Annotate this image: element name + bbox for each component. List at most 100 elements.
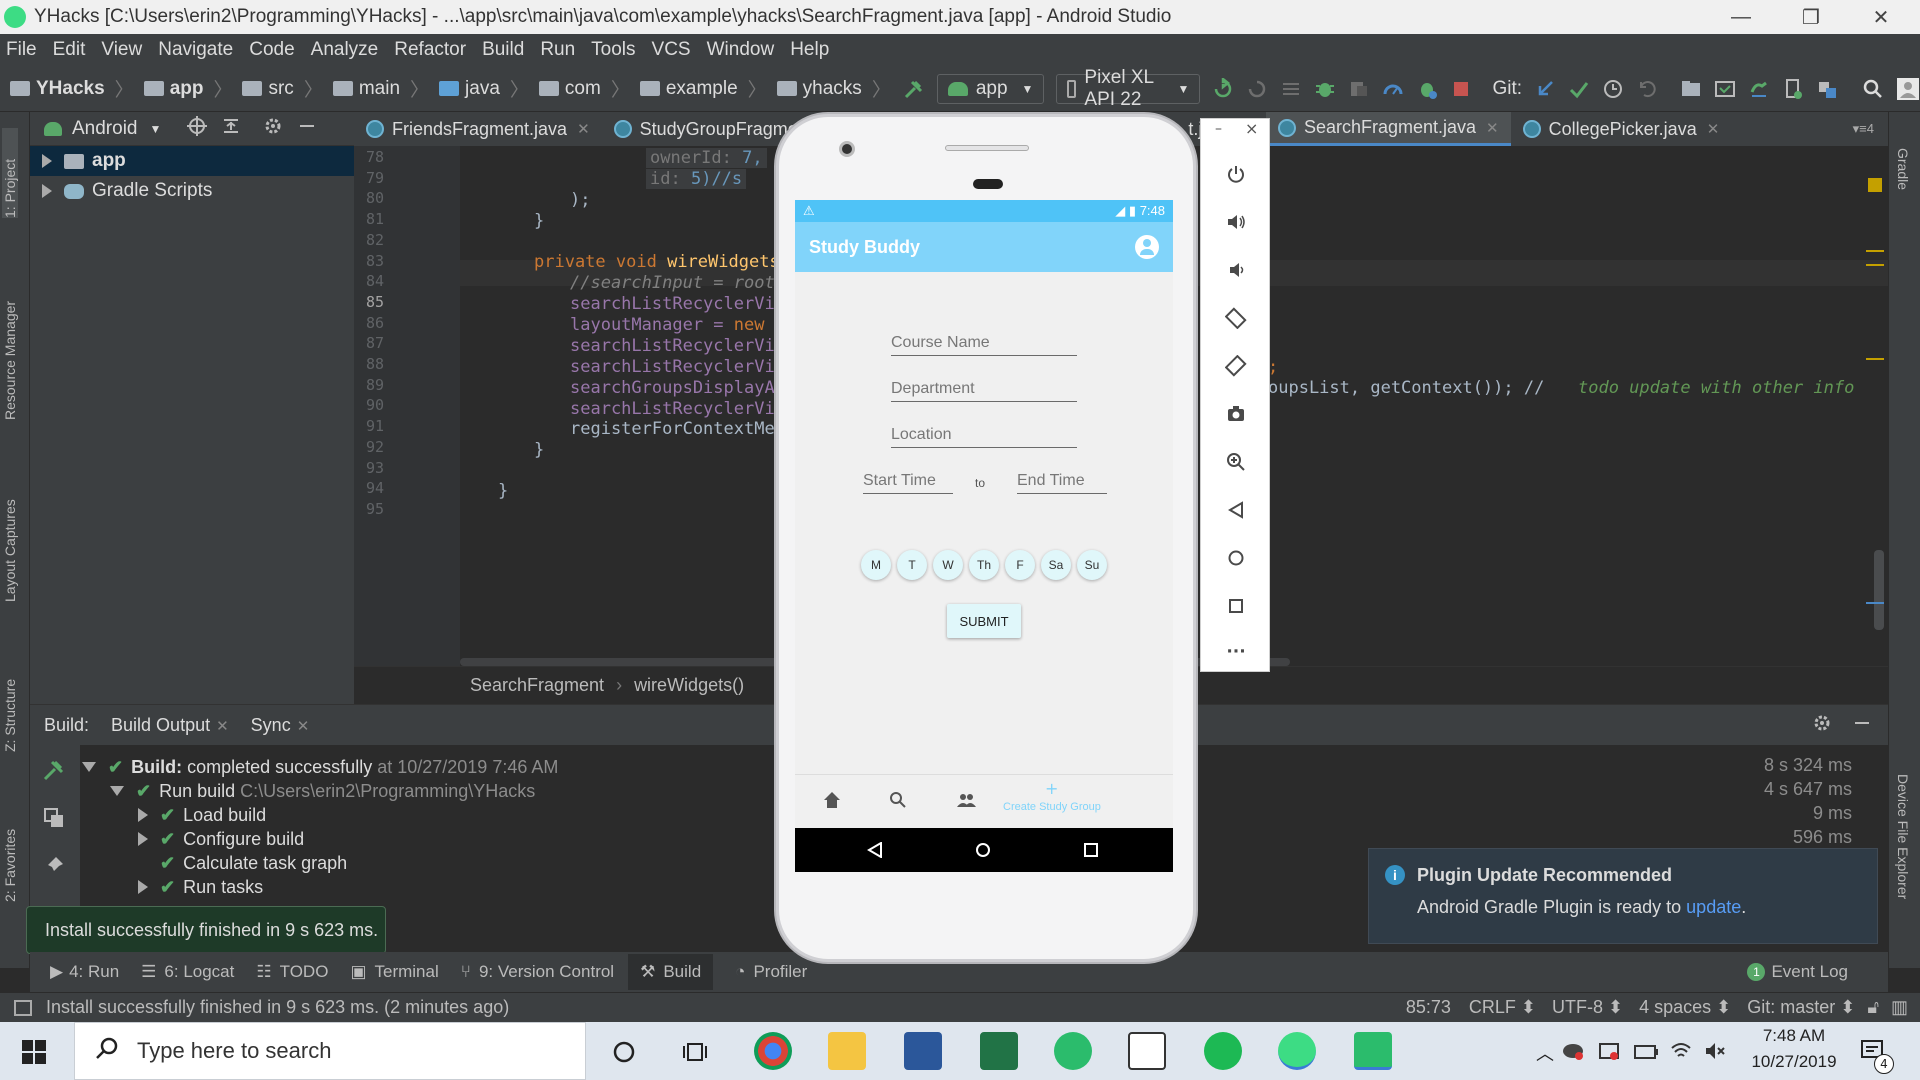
day-toggle-friday[interactable]: F: [1005, 550, 1035, 580]
coverage-icon[interactable]: [1348, 76, 1370, 102]
hammer-build-icon[interactable]: [903, 76, 925, 102]
collapse-arrow-icon[interactable]: [110, 786, 124, 796]
tool-todo[interactable]: ☷ TODO: [256, 962, 328, 982]
task-view-icon[interactable]: [682, 1040, 708, 1069]
power-icon[interactable]: [1223, 161, 1249, 187]
tray-network-share-icon[interactable]: [1598, 1040, 1620, 1067]
tree-item-app[interactable]: app: [30, 146, 354, 176]
avd-manager-icon[interactable]: [1782, 76, 1804, 102]
breadcrumb-yhacks[interactable]: yhacks 〉: [776, 75, 891, 102]
tool-run[interactable]: ▶ 4: Run: [50, 962, 119, 982]
tool-terminal[interactable]: ▣ Terminal: [350, 962, 438, 982]
emulator-close-button[interactable]: ×: [1245, 119, 1258, 138]
profile-icon[interactable]: [1382, 76, 1404, 102]
menu-edit[interactable]: Edit: [53, 39, 86, 61]
excel-taskbar-icon[interactable]: [980, 1032, 1018, 1070]
close-tab-icon[interactable]: ✕: [1486, 119, 1499, 137]
apply-code-changes-icon[interactable]: [1246, 76, 1268, 102]
back-icon[interactable]: [867, 841, 883, 863]
caret-position[interactable]: 85:73: [1406, 997, 1451, 1018]
update-link[interactable]: update: [1686, 897, 1741, 917]
cortana-icon[interactable]: [612, 1040, 636, 1069]
expand-arrow-icon[interactable]: [138, 808, 148, 822]
breadcrumb-app[interactable]: app 〉: [143, 75, 232, 102]
tab-search-fragment[interactable]: SearchFragment.java ✕: [1265, 112, 1511, 146]
close-tab-icon[interactable]: ✕: [216, 718, 229, 735]
tab-sync[interactable]: Sync ✕: [251, 715, 310, 736]
tool-window-layout-captures[interactable]: Layout Captures: [2, 472, 18, 602]
windows-start-icon[interactable]: [22, 1040, 46, 1069]
memory-indicator-icon[interactable]: ▥: [1891, 997, 1908, 1018]
expand-arrow-icon[interactable]: [138, 880, 148, 894]
lock-icon[interactable]: 🔓︎: [1867, 997, 1879, 1018]
restore-button[interactable]: ❐: [1776, 0, 1846, 34]
user-avatar-icon[interactable]: [1896, 76, 1920, 102]
tool-window-structure[interactable]: Z: Structure: [2, 652, 18, 752]
tool-profiler[interactable]: ◔ Profiler: [735, 962, 807, 982]
menu-help[interactable]: Help: [790, 39, 829, 61]
menu-analyze[interactable]: Analyze: [311, 39, 379, 61]
search-icon[interactable]: [1862, 76, 1884, 102]
debug-icon[interactable]: [1314, 76, 1336, 102]
breadcrumb-method[interactable]: wireWidgets(): [634, 675, 744, 696]
tool-window-resource-manager[interactable]: Resource Manager: [2, 270, 18, 420]
build-row-run-build[interactable]: ✔ Run build C:\Users\erin2\Programming\Y…: [110, 779, 535, 803]
day-toggle-tuesday[interactable]: T: [897, 550, 927, 580]
tray-app-icon[interactable]: [1562, 1042, 1584, 1065]
tab-college-picker[interactable]: CollegePicker.java ✕: [1511, 112, 1732, 146]
project-view-selector[interactable]: Android: [72, 118, 138, 140]
clock-date[interactable]: 10/27/2019: [1744, 1052, 1844, 1072]
end-time-field[interactable]: End Time: [1017, 472, 1107, 494]
menu-vcs[interactable]: VCS: [652, 39, 691, 61]
camera-screenshot-icon[interactable]: [1223, 401, 1249, 427]
menu-run[interactable]: Run: [540, 39, 575, 61]
sync-gradle-icon[interactable]: [1748, 76, 1770, 102]
device-dropdown[interactable]: Pixel XL API 22 ▼: [1056, 67, 1201, 110]
hammer-build-icon[interactable]: [42, 758, 66, 787]
build-row-configure-build[interactable]: ✔ Configure build: [138, 827, 304, 851]
toggle-view-icon[interactable]: [42, 806, 66, 835]
tool-event-log[interactable]: 1 Event Log: [1747, 962, 1848, 982]
minimize-button[interactable]: —: [1706, 0, 1776, 34]
menu-code[interactable]: Code: [249, 39, 294, 61]
expand-arrow-icon[interactable]: [138, 832, 148, 846]
nav-create-study-group[interactable]: Create Study Group: [1003, 801, 1101, 813]
emulator-minimize-button[interactable]: –: [1215, 121, 1222, 137]
breadcrumb-project[interactable]: YHacks 〉: [10, 75, 134, 102]
word-taskbar-icon[interactable]: [904, 1032, 942, 1070]
day-toggle-sunday[interactable]: Su: [1077, 550, 1107, 580]
git-branch-selector[interactable]: Git: master ⬍: [1747, 997, 1855, 1018]
build-row-summary[interactable]: ✔ Build: completed successfully at 10/27…: [82, 755, 558, 779]
submit-button[interactable]: SUBMIT: [947, 604, 1021, 638]
battery-tray-icon[interactable]: [1634, 1044, 1658, 1064]
expand-arrow-icon[interactable]: [42, 184, 52, 198]
history-icon[interactable]: [1602, 76, 1624, 102]
pin-icon[interactable]: [42, 854, 66, 883]
zoom-icon[interactable]: [1223, 449, 1249, 475]
more-options-icon[interactable]: ···: [1223, 639, 1249, 665]
file-explorer-taskbar-icon[interactable]: [828, 1032, 866, 1070]
collapse-arrow-icon[interactable]: [82, 762, 96, 772]
close-tab-icon[interactable]: ✕: [297, 718, 310, 735]
tab-study-group-fragment[interactable]: StudyGroupFragme: [602, 112, 810, 146]
breadcrumb-example[interactable]: example 〉: [639, 75, 767, 102]
add-icon[interactable]: +: [1045, 779, 1058, 798]
menu-navigate[interactable]: Navigate: [158, 39, 233, 61]
close-tab-icon[interactable]: ✕: [1707, 120, 1720, 138]
menu-file[interactable]: File: [6, 39, 37, 61]
tool-window-project[interactable]: 1: Project: [2, 128, 18, 218]
breadcrumb-com[interactable]: com 〉: [538, 75, 630, 102]
menu-build[interactable]: Build: [482, 39, 524, 61]
clock-time[interactable]: 7:48 AM: [1744, 1026, 1844, 1046]
apply-changes-icon[interactable]: [1212, 76, 1234, 102]
home-circle-icon[interactable]: [975, 842, 991, 863]
home-circle-icon[interactable]: [1223, 545, 1249, 571]
inkscape-taskbar-icon[interactable]: [1128, 1032, 1166, 1070]
build-row-load-build[interactable]: ✔ Load build: [138, 803, 266, 827]
vertical-scrollbar[interactable]: [1874, 550, 1884, 630]
day-toggle-monday[interactable]: M: [861, 550, 891, 580]
warning-marker[interactable]: [1866, 250, 1884, 266]
recents-icon[interactable]: [1083, 842, 1099, 863]
tabs-overflow-menu[interactable]: ▾≡4: [1853, 121, 1874, 137]
hide-panel-icon[interactable]: [297, 116, 317, 142]
